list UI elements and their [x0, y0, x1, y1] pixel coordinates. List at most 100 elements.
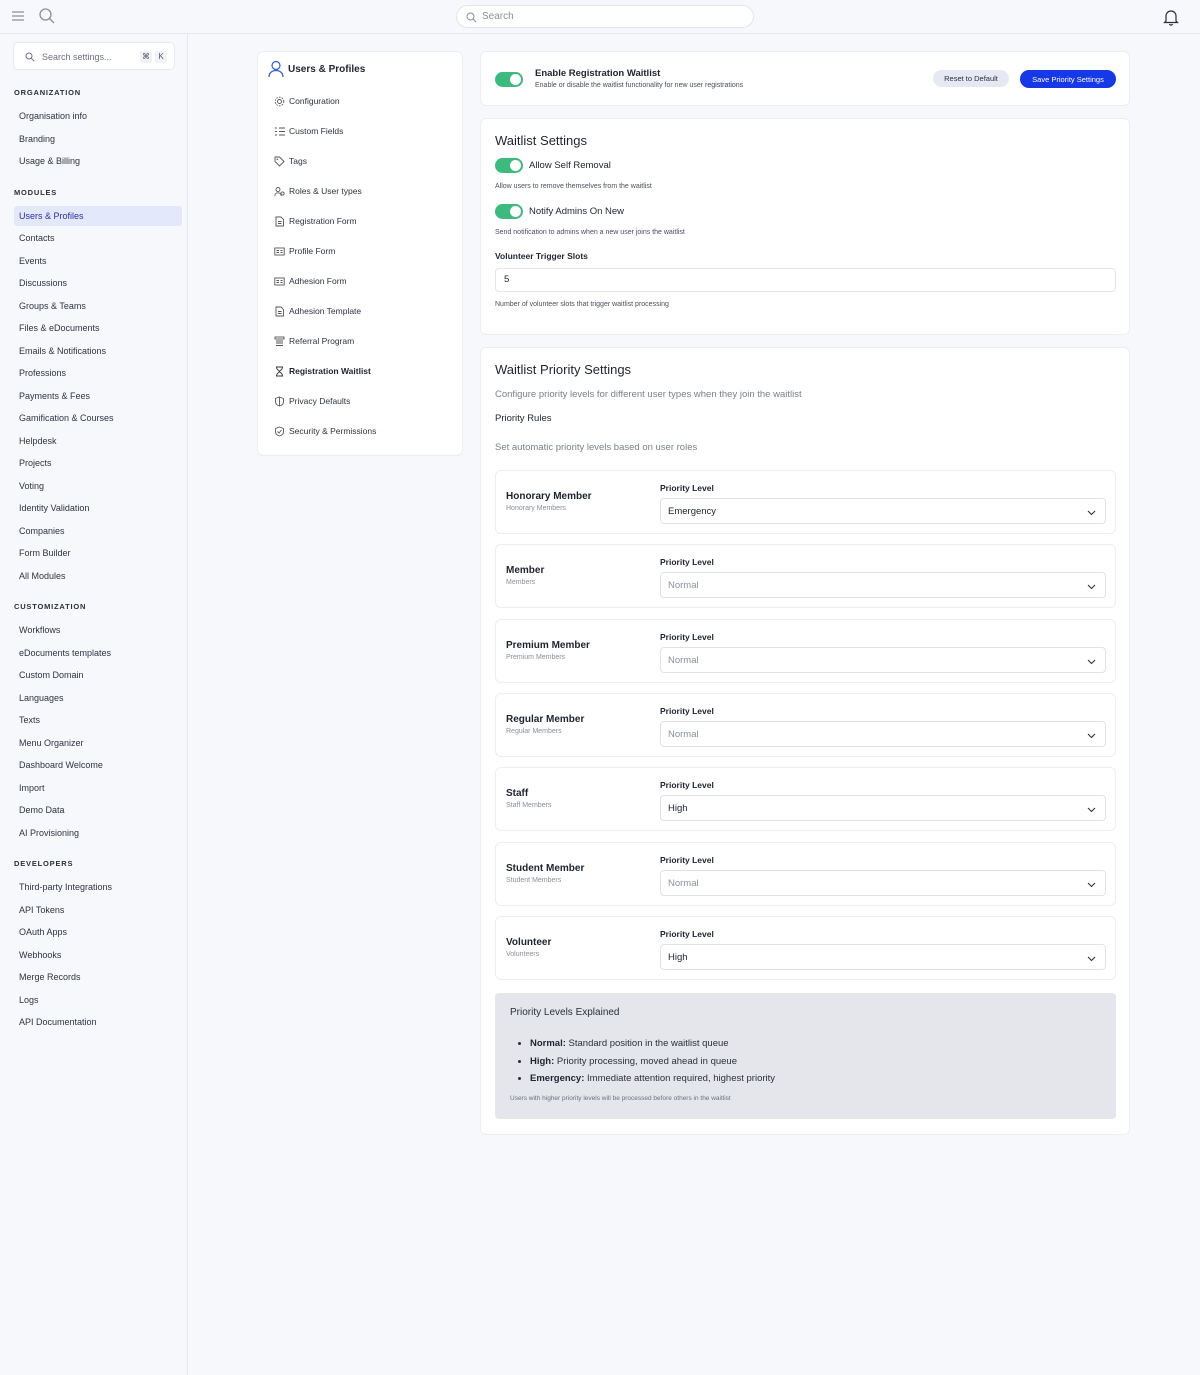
subnav-item-adhesion-form[interactable]: Adhesion Form [274, 273, 454, 289]
priority-row-regular-member: Regular Member Regular Members Priority Le… [495, 692, 1116, 757]
sidebar-item-import[interactable]: Import [14, 778, 182, 798]
sidebar-item-emails-and-notifications[interactable]: Emails & Notifications [14, 341, 182, 361]
sidebar-item-logs[interactable]: Logs [14, 990, 182, 1010]
bell-icon[interactable] [1162, 8, 1180, 26]
save-priority-settings-button[interactable]: Save Priority Settings [1020, 70, 1116, 88]
explain-text: Immediate attention required, highest pr… [584, 1073, 776, 1084]
subnav-item-registration-form[interactable]: Registration Form [274, 213, 454, 229]
settings-search-input[interactable]: Search settings... ⌘ K [13, 42, 175, 70]
priority-level-select[interactable]: Normal [660, 869, 1106, 896]
notify-admins-toggle[interactable] [495, 204, 523, 219]
subnav-item-profile-form[interactable]: Profile Form [274, 243, 454, 259]
priority-level-value: Normal [668, 877, 699, 889]
menu-icon[interactable] [11, 9, 25, 23]
global-search-input[interactable]: Search [456, 5, 754, 28]
reset-to-default-button[interactable]: Reset to Default [933, 70, 1009, 87]
sidebar-item-identity-validation[interactable]: Identity Validation [14, 498, 182, 518]
volunteer-slots-input[interactable]: 5 [495, 268, 1116, 292]
sidebar-item-helpdesk[interactable]: Helpdesk [14, 431, 182, 451]
chevron-down-icon [1087, 882, 1096, 887]
priority-level-value: High [668, 803, 688, 815]
priority-level-select[interactable]: Normal [660, 720, 1106, 747]
sidebar-section-developers: DEVELOPERS [14, 859, 74, 868]
gear-icon [274, 96, 285, 107]
subnav-item-tags[interactable]: Tags [274, 153, 454, 169]
sidebar-item-custom-domain[interactable]: Custom Domain [14, 665, 182, 685]
waitlist-settings-title: Waitlist Settings [495, 133, 587, 148]
role-subtitle: Members [506, 579, 536, 587]
priority-level-label: Priority Level [660, 483, 714, 493]
enable-waitlist-title: Enable Registration Waitlist [535, 68, 661, 79]
subnav-item-privacy-defaults[interactable]: Privacy Defaults [274, 393, 454, 409]
role-subtitle: Regular Members [506, 727, 562, 735]
allow-self-removal-toggle[interactable] [495, 158, 523, 173]
sidebar-item-users-and-profiles[interactable]: Users & Profiles [14, 205, 182, 226]
sidebar-item-all-modules[interactable]: All Modules [14, 566, 182, 586]
sidebar-item-branding[interactable]: Branding [14, 129, 182, 149]
priority-level-select[interactable]: Emergency [660, 498, 1106, 524]
sidebar-item-languages[interactable]: Languages [14, 688, 182, 708]
sidebar-item-third-party-integrations[interactable]: Third-party Integrations [14, 877, 182, 897]
explain-text: Priority processing, moved ahead in queu… [554, 1055, 737, 1067]
sidebar-item-edocuments-templates[interactable]: eDocuments templates [14, 643, 182, 663]
explain-item: Normal: Standard position in the waitlis… [530, 1035, 775, 1053]
priority-level-value: Normal [668, 654, 699, 666]
priority-row-premium-member: Premium Member Premium Members Priority Le… [495, 618, 1116, 683]
sidebar-item-menu-organizer[interactable]: Menu Organizer [14, 733, 182, 753]
role-name: Premium Member [506, 639, 590, 651]
sidebar-item-dashboard-welcome[interactable]: Dashboard Welcome [14, 755, 182, 775]
sidebar-item-voting[interactable]: Voting [14, 476, 182, 496]
priority-level-label: Priority Level [660, 705, 714, 716]
sidebar-item-contacts[interactable]: Contacts [14, 228, 182, 248]
priority-level-label: Priority Level [660, 631, 714, 642]
sidebar-item-payments-and-fees[interactable]: Payments & Fees [14, 386, 182, 406]
priority-level-select[interactable]: Normal [660, 572, 1106, 599]
priority-level-select[interactable]: High [660, 795, 1106, 822]
sidebar-item-api-documentation[interactable]: API Documentation [14, 1012, 182, 1032]
priority-row-member: Member Members Priority Level Normal [495, 544, 1116, 609]
subnav-item-adhesion-template[interactable]: Adhesion Template [274, 303, 454, 319]
sidebar-item-form-builder[interactable]: Form Builder [14, 543, 182, 563]
subnav-item-custom-fields[interactable]: Custom Fields [274, 123, 454, 139]
sidebar-item-organisation-info[interactable]: Organisation info [14, 106, 182, 126]
explain-item: High: Priority processing, moved ahead i… [530, 1053, 775, 1071]
sidebar-item-workflows[interactable]: Workflows [14, 620, 182, 640]
chevron-down-icon [1087, 733, 1096, 739]
subnav-item-roles-and-user-types[interactable]: Roles & User types [274, 183, 454, 199]
priority-level-select[interactable]: Normal [660, 646, 1106, 673]
priority-settings-title: Waitlist Priority Settings [495, 362, 632, 377]
sidebar-item-usage-and-billing[interactable]: Usage & Billing [14, 151, 182, 171]
sidebar-item-professions[interactable]: Professions [14, 363, 182, 383]
sidebar-item-demo-data[interactable]: Demo Data [14, 800, 182, 820]
subnav-item-label: Referral Program [289, 336, 355, 346]
enable-waitlist-toggle[interactable] [495, 72, 523, 87]
sidebar-item-companies[interactable]: Companies [14, 521, 182, 541]
sidebar-item-gamification-and-courses[interactable]: Gamification & Courses [14, 408, 182, 428]
sidebar-item-files-and-edocuments[interactable]: Files & eDocuments [14, 318, 182, 338]
sidebar-item-groups-and-teams[interactable]: Groups & Teams [14, 296, 182, 316]
chevron-down-icon [1087, 659, 1096, 664]
subnav-item-security-and-permissions[interactable]: Security & Permissions [274, 423, 454, 439]
sidebar-section-customization: CUSTOMIZATION [14, 602, 87, 611]
priority-level-label: Priority Level [660, 854, 714, 865]
sidebar-item-ai-provisioning[interactable]: AI Provisioning [14, 823, 182, 843]
explain-list: Normal: Standard position in the waitlis… [530, 1035, 775, 1088]
sidebar-item-api-tokens[interactable]: API Tokens [14, 900, 182, 920]
subnav-item-referral-program[interactable]: Referral Program [274, 333, 454, 349]
sidebar-item-merge-records[interactable]: Merge Records [14, 967, 182, 987]
sidebar-item-texts[interactable]: Texts [14, 710, 182, 730]
sidebar-item-oauth-apps[interactable]: OAuth Apps [14, 922, 182, 942]
search-icon[interactable] [38, 7, 56, 25]
explain-term: High: [530, 1055, 555, 1067]
subnav-item-configuration[interactable]: Configuration [274, 93, 454, 109]
subnav-item-label: Security & Permissions [289, 426, 377, 436]
sidebar-item-webhooks[interactable]: Webhooks [14, 945, 182, 965]
subnav-item-registration-waitlist[interactable]: Registration Waitlist [274, 363, 454, 379]
sidebar-item-events[interactable]: Events [14, 251, 182, 271]
explain-title: Priority Levels Explained [510, 1007, 620, 1018]
subnav-item-label: Roles & User types [289, 186, 362, 196]
sidebar-item-projects[interactable]: Projects [14, 453, 182, 473]
sidebar-item-discussions[interactable]: Discussions [14, 273, 182, 293]
priority-level-select[interactable]: High [660, 943, 1106, 970]
priority-level-value: Normal [668, 580, 699, 592]
